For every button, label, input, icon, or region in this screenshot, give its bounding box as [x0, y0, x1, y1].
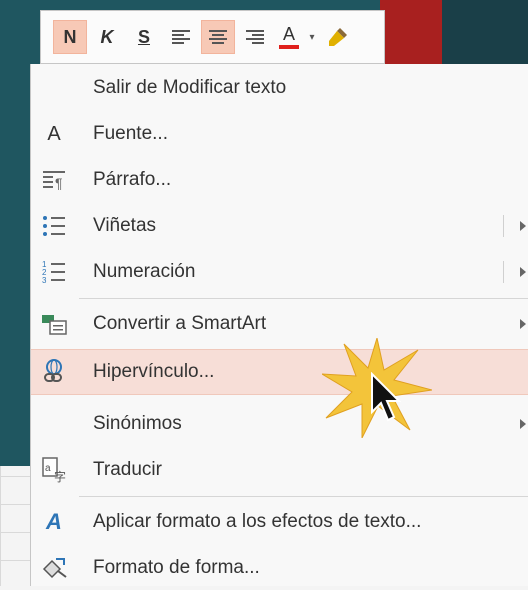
align-right-button[interactable]	[238, 20, 272, 54]
bullets-icon	[39, 211, 69, 241]
menu-item-bullets[interactable]: Viñetas	[31, 204, 528, 248]
menu-item-label: Viñetas	[93, 215, 157, 236]
svg-text:字: 字	[54, 469, 66, 484]
paragraph-icon: ¶	[39, 165, 69, 195]
menu-item-convert-smartart[interactable]: Convertir a SmartArt	[31, 302, 528, 346]
menu-item-label: Aplicar formato a los efectos de texto..…	[93, 511, 422, 532]
menu-item-label: Sinónimos	[93, 413, 182, 434]
align-center-button[interactable]	[201, 20, 235, 54]
submenu-divider	[503, 261, 504, 283]
format-painter-button[interactable]	[321, 20, 355, 54]
submenu-arrow-icon	[520, 267, 526, 277]
format-shape-icon	[39, 553, 69, 583]
svg-text:3: 3	[42, 276, 47, 285]
hyperlink-icon	[39, 357, 69, 387]
align-right-icon	[246, 30, 264, 44]
font-icon: A	[39, 119, 69, 149]
font-icon-letter: A	[47, 122, 61, 145]
menu-item-label: Formato de forma...	[93, 557, 260, 578]
menu-separator	[79, 298, 528, 299]
numbering-icon: 1 2 3	[39, 257, 69, 287]
font-color-dropdown[interactable]: ▾	[306, 32, 318, 43]
format-painter-icon	[329, 28, 347, 46]
svg-text:¶: ¶	[55, 175, 63, 191]
menu-item-label: Numeración	[93, 261, 196, 282]
align-left-button[interactable]	[164, 20, 198, 54]
underline-button[interactable]: S	[127, 20, 161, 54]
context-menu: Salir de Modificar texto A Fuente... ¶ P…	[30, 64, 528, 586]
menu-item-numbering[interactable]: 1 2 3 Numeración	[31, 250, 528, 294]
menu-item-label: Fuente...	[93, 123, 168, 144]
menu-item-label: Hipervínculo...	[93, 361, 215, 382]
menu-item-synonyms[interactable]: Sinónimos	[31, 402, 528, 446]
submenu-arrow-icon	[520, 419, 526, 429]
menu-item-hyperlink[interactable]: Hipervínculo...	[31, 349, 528, 395]
menu-item-label: Convertir a SmartArt	[93, 313, 267, 334]
text-effects-letter: A	[46, 509, 62, 534]
menu-item-font[interactable]: A Fuente...	[31, 112, 528, 156]
menu-item-exit-edit-text[interactable]: Salir de Modificar texto	[31, 66, 528, 110]
smartart-icon	[39, 309, 69, 339]
submenu-arrow-icon	[520, 221, 526, 231]
align-left-icon	[172, 30, 190, 44]
svg-text:a: a	[45, 463, 51, 474]
submenu-divider	[503, 215, 504, 237]
menu-item-translate[interactable]: a 字 Traducir	[31, 448, 528, 492]
font-color-button[interactable]: A	[275, 20, 303, 54]
mouse-cursor-icon	[371, 372, 402, 422]
menu-separator	[79, 496, 528, 497]
submenu-arrow-icon	[520, 319, 526, 329]
font-color-swatch	[279, 45, 299, 49]
translate-icon: a 字	[39, 455, 69, 485]
align-center-icon	[209, 30, 227, 44]
bold-button[interactable]: N	[53, 20, 87, 54]
italic-button[interactable]: K	[90, 20, 124, 54]
font-color-letter: A	[282, 24, 295, 44]
menu-item-paragraph[interactable]: ¶ Párrafo...	[31, 158, 528, 202]
text-effects-icon: A	[39, 507, 69, 537]
slide-dark-block	[442, 0, 528, 64]
slide-red-block	[380, 0, 442, 64]
menu-item-label: Salir de Modificar texto	[93, 77, 287, 98]
menu-item-label: Párrafo...	[93, 169, 172, 190]
menu-item-label: Traducir	[93, 459, 162, 480]
menu-item-format-shape[interactable]: Formato de forma...	[31, 546, 528, 590]
mini-toolbar: N K S A ▾	[40, 10, 385, 64]
menu-item-text-effects[interactable]: A Aplicar formato a los efectos de texto…	[31, 500, 528, 544]
